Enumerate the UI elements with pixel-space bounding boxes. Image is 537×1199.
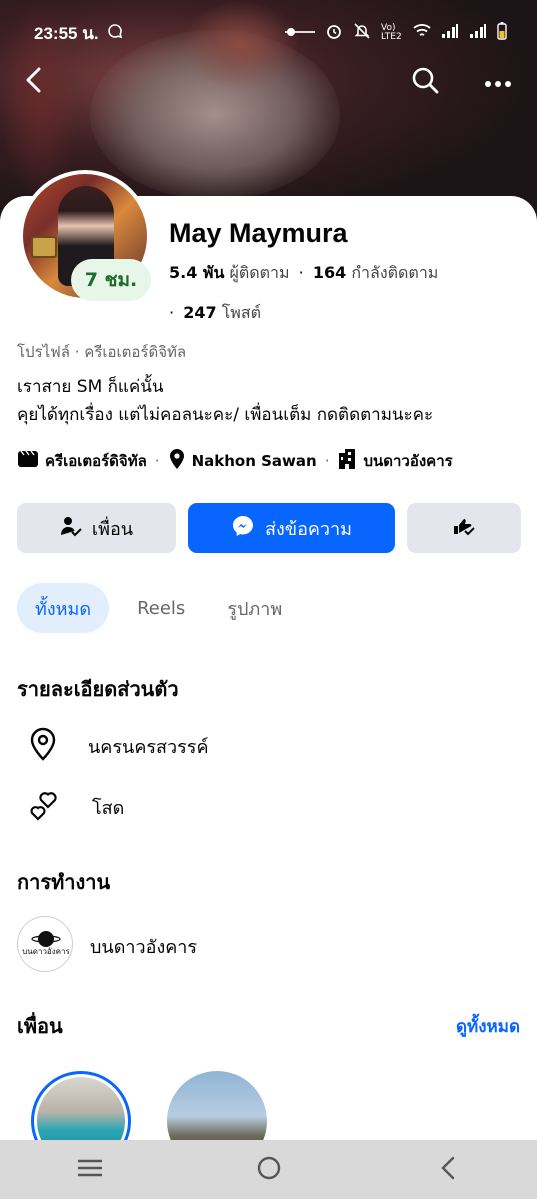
work-logo[interactable]: บนดาวอังคาร: [17, 916, 73, 972]
messenger-icon: [231, 514, 255, 543]
more-dots-icon: [484, 73, 512, 92]
post-stats: · 247 โพสต์: [169, 303, 261, 322]
slider-indicator-icon: [285, 26, 315, 41]
building-icon: [337, 448, 357, 474]
work-place[interactable]: บนดาวอังคาร: [90, 932, 197, 961]
search-button[interactable]: [405, 62, 445, 102]
signal-2-icon: [469, 23, 487, 43]
profile-bio: เราสาย SM ก็แค่นั้น คุยได้ทุกเรื่อง แต่ไ…: [17, 373, 527, 429]
personal-details-title: รายละเอียดส่วนตัว: [17, 677, 179, 701]
battery-icon: [497, 22, 507, 44]
profile-name: May Maymura: [169, 218, 348, 248]
network-label: Vo) LTE2: [381, 23, 402, 42]
tab-reels[interactable]: Reels: [119, 583, 203, 633]
follow-status-button[interactable]: [407, 503, 521, 553]
status-time: 23:55 น.: [34, 23, 99, 43]
friends-title: เพื่อน: [17, 1014, 63, 1038]
alarm-icon: [325, 22, 343, 44]
location-outline-icon: [28, 727, 58, 766]
following-label[interactable]: กำลังติดตาม: [351, 263, 438, 282]
message-button-label: ส่งข้อความ: [264, 518, 352, 540]
status-bar: 23:55 น. Vo) LTE2: [34, 18, 507, 48]
info-creator: ครีเอเตอร์ดิจิทัล: [45, 452, 147, 470]
work-logo-text: บนดาวอังคาร: [22, 947, 70, 956]
profile-info-line: ครีเอเตอร์ดิจิทัล · Nakhon Sawan · บนดาว…: [17, 449, 453, 473]
system-navigation-bar: [0, 1140, 537, 1199]
following-check-icon: [452, 516, 476, 541]
posts-count: 247: [183, 303, 217, 322]
location-pin-icon: [168, 448, 186, 474]
friends-button-label: เพื่อน: [91, 518, 134, 540]
more-options-button[interactable]: [478, 62, 518, 102]
search-icon: [411, 66, 439, 98]
recent-apps-button[interactable]: [60, 1150, 120, 1190]
followers-count[interactable]: 5.4 พัน: [169, 263, 224, 282]
signal-icon: [441, 23, 459, 43]
following-count[interactable]: 164: [313, 263, 346, 282]
see-all-friends-link[interactable]: ดูทั้งหมด: [456, 1013, 520, 1040]
posts-label: โพสต์: [221, 303, 261, 322]
back-chevron-icon: [440, 1156, 456, 1184]
mute-icon: [353, 22, 371, 44]
recent-apps-icon: [77, 1158, 103, 1182]
story-time-badge[interactable]: 7 ชม.: [71, 259, 151, 301]
wifi-icon: [413, 23, 431, 43]
home-button[interactable]: [239, 1150, 299, 1190]
back-arrow-icon: [24, 66, 44, 98]
follow-stats: 5.4 พัน ผู้ติดตาม · 164 กำลังติดตาม: [169, 263, 439, 282]
work-title: การทำงาน: [17, 870, 111, 894]
friend-check-icon: [60, 515, 82, 542]
home-circle-icon: [256, 1155, 282, 1185]
back-button[interactable]: [14, 62, 54, 102]
bio-line: คุยได้ทุกเรื่อง แต่ไม่คอลนะคะ/ เพื่อนเต็…: [17, 405, 434, 425]
info-workplace[interactable]: บนดาวอังคาร: [363, 449, 452, 473]
followers-label[interactable]: ผู้ติดตาม: [230, 263, 290, 282]
bio-line: เราสาย SM ก็แค่นั้น: [17, 377, 164, 397]
messenger-notification-icon: [107, 23, 123, 43]
detail-location-row[interactable]: นครนครสวรรค์: [28, 727, 209, 766]
message-button[interactable]: ส่งข้อความ: [188, 503, 395, 553]
tab-all[interactable]: ทั้งหมด: [17, 583, 110, 633]
detail-relationship-row[interactable]: โสด: [28, 789, 124, 826]
info-location[interactable]: Nakhon Sawan: [192, 452, 317, 470]
top-navbar: [0, 62, 537, 102]
system-back-button[interactable]: [418, 1150, 478, 1190]
detail-relationship: โสด: [92, 798, 125, 819]
profile-category: โปรไฟล์ · ครีเอเตอร์ดิจิทัล: [17, 343, 187, 361]
tab-photos[interactable]: รูปภาพ: [209, 583, 300, 633]
friends-button[interactable]: เพื่อน: [17, 503, 176, 553]
video-creator-icon: [17, 450, 39, 472]
detail-location: นครนครสวรรค์: [88, 737, 209, 758]
profile-tabs: ทั้งหมด Reels รูปภาพ: [17, 583, 300, 633]
hearts-icon: [28, 789, 62, 826]
